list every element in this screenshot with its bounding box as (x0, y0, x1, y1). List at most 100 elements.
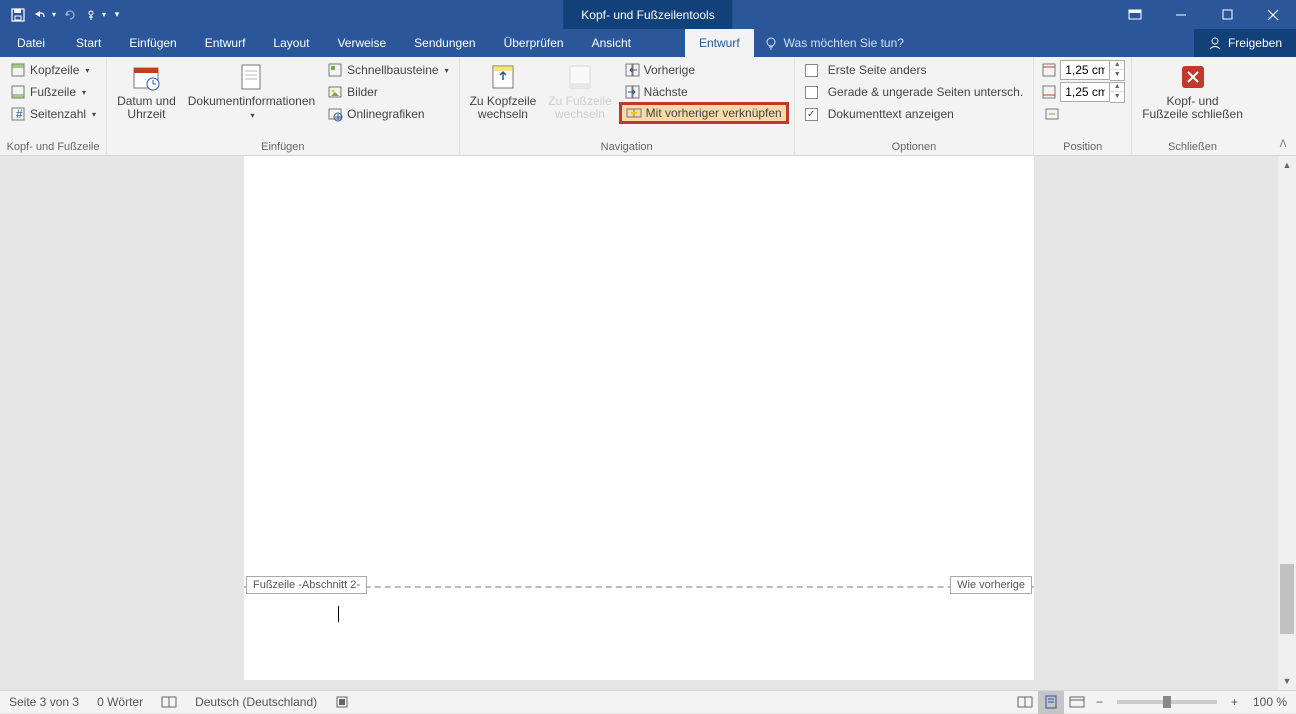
fusszeile-button[interactable]: Fußzeile▾ (6, 81, 100, 103)
zoom-level[interactable]: 100 % (1244, 691, 1296, 713)
redo-button[interactable] (58, 3, 82, 27)
qat-customize[interactable]: ▾ (110, 3, 124, 27)
book-icon (161, 695, 177, 709)
contextual-tab-title: Kopf- und Fußzeilentools (563, 0, 732, 29)
person-icon (1208, 36, 1222, 50)
zoom-slider[interactable] (1117, 700, 1217, 704)
same-as-previous-tag: Wie vorherige (950, 576, 1032, 594)
word-count[interactable]: 0 Wörter (88, 691, 152, 713)
minimize-button[interactable] (1158, 0, 1204, 29)
mit-vorheriger-verknuepfen-button[interactable]: Mit vorheriger verknüpfen (619, 102, 789, 124)
share-button[interactable]: Freigeben (1194, 29, 1296, 57)
page-indicator[interactable]: Seite 3 von 3 (0, 691, 88, 713)
tab-sendungen[interactable]: Sendungen (400, 29, 489, 57)
schnellbausteine-button[interactable]: Schnellbausteine▾ (323, 59, 452, 81)
tab-ansicht[interactable]: Ansicht (578, 29, 645, 57)
quickparts-icon (327, 62, 343, 78)
share-label: Freigeben (1228, 36, 1282, 50)
scroll-up-button[interactable]: ▲ (1278, 156, 1296, 174)
undo-button[interactable]: ▾ (32, 3, 56, 27)
close-header-footer-button[interactable]: Kopf- und Fußzeile schließen (1138, 59, 1247, 137)
chevron-down-icon: ▾ (85, 66, 89, 75)
footer-margin-icon (1040, 83, 1058, 101)
tab-start[interactable]: Start (62, 29, 115, 57)
tab-einfuegen[interactable]: Einfügen (115, 29, 190, 57)
group-label-kf: Kopf- und Fußzeile (6, 140, 100, 156)
spellcheck-button[interactable] (152, 691, 186, 713)
header-margin-icon (1040, 61, 1058, 79)
document-page[interactable]: Fußzeile -Abschnitt 2- Wie vorherige (244, 156, 1034, 680)
header-distance-field[interactable] (1060, 60, 1110, 80)
collapse-ribbon-button[interactable]: ᐱ (1274, 135, 1292, 153)
lightbulb-icon (764, 36, 778, 50)
tell-me-search[interactable]: Was möchten Sie tun? (754, 29, 914, 57)
footer-section-tag: Fußzeile -Abschnitt 2- (246, 576, 367, 594)
kopfzeile-button[interactable]: Kopfzeile▾ (6, 59, 100, 81)
header-distance-input[interactable]: ▲▼ (1040, 59, 1125, 81)
calendar-icon (130, 61, 162, 93)
footer-distance-input[interactable]: ▲▼ (1040, 81, 1125, 103)
tab-icon (1044, 106, 1060, 122)
view-read-button[interactable] (1012, 691, 1038, 714)
next-icon (624, 84, 640, 100)
view-web-button[interactable] (1064, 691, 1090, 714)
checkbox-icon (805, 86, 818, 99)
tab-entwurf[interactable]: Entwurf (191, 29, 260, 57)
tab-hf-entwurf[interactable]: Entwurf (685, 29, 754, 57)
zoom-thumb[interactable] (1163, 696, 1171, 708)
zoom-in-button[interactable]: + (1225, 691, 1244, 713)
vertical-scrollbar[interactable]: ▲ ▼ (1278, 156, 1296, 690)
footer-icon (10, 84, 26, 100)
ribbon-display-options[interactable] (1112, 0, 1158, 29)
gerade-ungerade-checkbox[interactable]: Gerade & ungerade Seiten untersch. (801, 81, 1027, 103)
svg-text:#: # (16, 107, 23, 121)
tab-ueberpruefen[interactable]: Überprüfen (490, 29, 578, 57)
checkbox-checked-icon: ✓ (805, 108, 818, 121)
close-x-icon (1177, 61, 1209, 93)
scroll-track[interactable] (1278, 174, 1296, 672)
touch-mode-button[interactable]: ▾ (84, 3, 108, 27)
scroll-thumb[interactable] (1280, 564, 1294, 634)
goto-header-icon (487, 61, 519, 93)
macro-button[interactable] (326, 691, 358, 713)
language-indicator[interactable]: Deutsch (Deutschland) (186, 691, 326, 713)
tell-me-placeholder: Was möchten Sie tun? (784, 36, 904, 50)
tab-datei[interactable]: Datei (0, 29, 62, 57)
vorherige-button[interactable]: Vorherige (620, 59, 788, 81)
close-button[interactable] (1250, 0, 1296, 29)
dokumenttext-anzeigen-checkbox[interactable]: ✓Dokumenttext anzeigen (801, 103, 1027, 125)
zu-kopfzeile-wechseln-button[interactable]: Zu Kopfzeile wechseln (466, 59, 541, 137)
group-label-position: Position (1040, 140, 1125, 156)
naechste-button[interactable]: Nächste (620, 81, 788, 103)
text-cursor (338, 606, 339, 622)
onlinegrafiken-button[interactable]: Onlinegrafiken (323, 103, 452, 125)
seitenzahl-button[interactable]: #Seitenzahl▾ (6, 103, 100, 125)
online-pictures-icon (327, 106, 343, 122)
titlebar: ▾ ▾ ▾ Kopf- und Fußzeilentools (0, 0, 1296, 29)
group-label-einfuegen: Einfügen (113, 140, 453, 156)
macro-icon (335, 695, 349, 709)
zoom-out-button[interactable]: − (1090, 691, 1109, 713)
zu-fusszeile-wechseln-button: Zu Fußzeile wechseln (544, 59, 615, 137)
goto-footer-icon (564, 61, 596, 93)
spinner-buttons[interactable]: ▲▼ (1110, 82, 1125, 103)
tab-verweise[interactable]: Verweise (323, 29, 400, 57)
ribbon-tabs: Datei Start Einfügen Entwurf Layout Verw… (0, 29, 1296, 57)
chevron-down-icon: ▾ (250, 111, 254, 120)
footer-distance-field[interactable] (1060, 82, 1110, 102)
header-icon (10, 62, 26, 78)
maximize-button[interactable] (1204, 0, 1250, 29)
bilder-button[interactable]: Bilder (323, 81, 452, 103)
previous-icon (624, 62, 640, 78)
insert-alignment-tab-button[interactable] (1040, 103, 1125, 125)
tab-layout[interactable]: Layout (259, 29, 323, 57)
dokumentinformationen-button[interactable]: Dokumentinformationen▾ (184, 59, 319, 137)
chevron-down-icon: ▾ (92, 110, 96, 119)
view-print-button[interactable] (1038, 691, 1064, 714)
spinner-buttons[interactable]: ▲▼ (1110, 60, 1125, 81)
scroll-down-button[interactable]: ▼ (1278, 672, 1296, 690)
erste-seite-anders-checkbox[interactable]: Erste Seite anders (801, 59, 1027, 81)
save-button[interactable] (6, 3, 30, 27)
datum-uhrzeit-button[interactable]: Datum und Uhrzeit (113, 59, 180, 137)
quick-access-toolbar: ▾ ▾ ▾ (6, 3, 124, 27)
